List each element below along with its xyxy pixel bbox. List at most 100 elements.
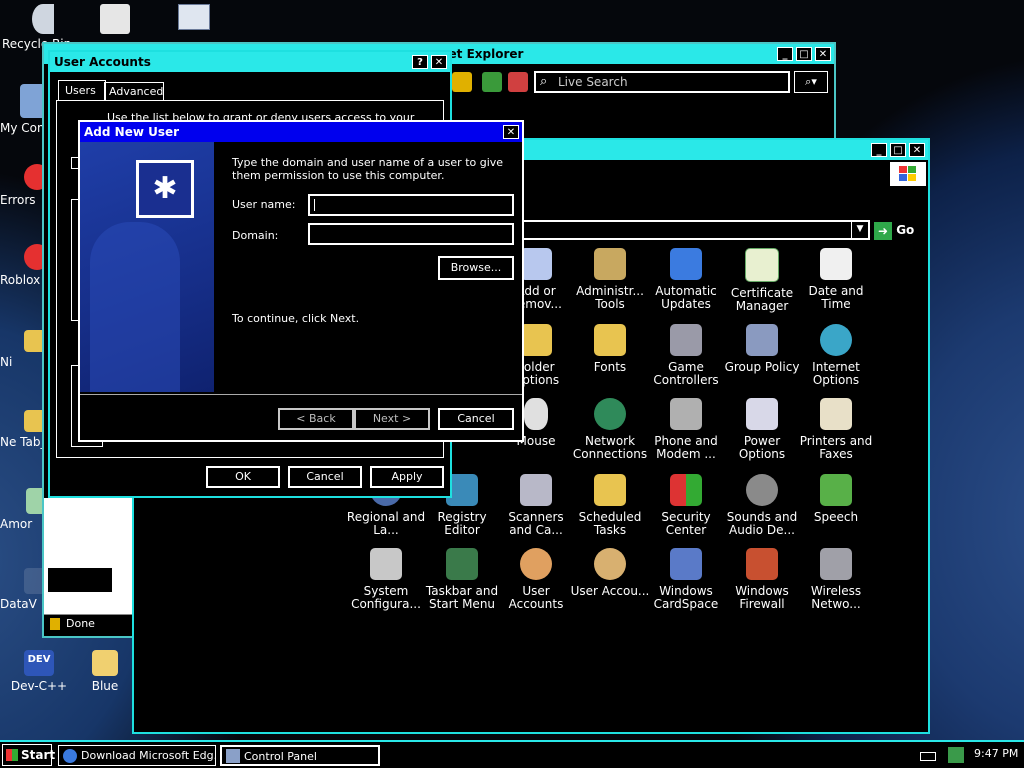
tab-advanced[interactable]: Advanced	[104, 82, 164, 100]
domain-input[interactable]	[308, 223, 514, 245]
close-icon[interactable]: ✕	[431, 55, 447, 69]
cp-item-system-config[interactable]: System Configura...	[346, 548, 426, 611]
user-accounts-titlebar[interactable]: User Accounts ? ✕	[50, 52, 450, 72]
ok-button[interactable]: OK	[206, 466, 280, 488]
desktop-icon-dev-cpp[interactable]: DEV Dev-C++	[2, 650, 76, 693]
maximize-icon[interactable]: □	[890, 143, 906, 157]
close-icon[interactable]: ✕	[909, 143, 925, 157]
wizard-instructions: Type the domain and user name of a user …	[232, 156, 504, 182]
cp-item-user-accounts[interactable]: User Accounts	[496, 548, 576, 611]
continue-text: To continue, click Next.	[232, 312, 360, 325]
cp-item-speech[interactable]: Speech	[796, 474, 876, 524]
printer-icon	[820, 398, 852, 430]
close-icon[interactable]: ✕	[503, 125, 519, 139]
search-input[interactable]: ⌕ Live Search	[534, 71, 790, 93]
next-button[interactable]: Next >	[354, 408, 430, 430]
shield-icon	[670, 474, 702, 506]
cancel-button[interactable]: Cancel	[288, 466, 362, 488]
network-tray-icon[interactable]	[948, 747, 964, 763]
power-icon	[746, 398, 778, 430]
add-new-user-titlebar[interactable]: Add New User ✕	[80, 122, 522, 142]
windows-update-icon	[670, 248, 702, 280]
add-new-user-dialog[interactable]: Add New User ✕ ✱ Type the domain and use…	[78, 120, 524, 442]
add-new-user-title: Add New User	[84, 125, 180, 139]
group-policy-icon	[746, 324, 778, 356]
content-block	[48, 568, 112, 592]
shield-icon	[50, 618, 60, 630]
lock-icon[interactable]	[452, 72, 472, 92]
minimize-icon[interactable]: _	[871, 143, 887, 157]
tab-users[interactable]: Users	[58, 80, 106, 101]
taskbar: Start Download Microsoft Edg... Control …	[0, 740, 1024, 768]
cp-item-scanners-cameras[interactable]: Scanners and Ca...	[496, 474, 576, 537]
cp-item-printers-faxes[interactable]: Printers and Faxes	[796, 398, 876, 461]
cp-item-group-policy[interactable]: Group Policy	[722, 324, 802, 374]
chevron-down-icon[interactable]: ▼	[851, 222, 868, 238]
cp-item-internet-options[interactable]: Internet Options	[796, 324, 876, 387]
fonts-folder-icon	[594, 324, 626, 356]
cp-item-sounds-audio[interactable]: Sounds and Audio De...	[722, 474, 802, 537]
cp-item-phone-modem[interactable]: Phone and Modem ...	[646, 398, 726, 461]
maximize-icon[interactable]: □	[796, 47, 812, 61]
mouse-icon	[524, 398, 548, 430]
cp-item-scheduled-tasks[interactable]: Scheduled Tasks	[570, 474, 650, 537]
cp-item-admin-tools[interactable]: Administr... Tools	[570, 248, 650, 311]
wizard-side-banner: ✱	[80, 142, 214, 392]
address-bar[interactable]: ▼	[522, 220, 870, 240]
minimize-icon[interactable]: _	[777, 47, 793, 61]
cp-item-cardspace[interactable]: Windows CardSpace	[646, 548, 726, 611]
go-arrow-icon: ➜	[874, 221, 892, 240]
system-config-icon	[370, 548, 402, 580]
admin-tools-icon	[594, 248, 626, 280]
wizard-silhouette-icon	[90, 222, 180, 392]
username-input[interactable]	[308, 194, 514, 216]
desktop-shortcut-icon[interactable]	[178, 4, 210, 30]
desktop-icon-blue[interactable]: Blue	[80, 650, 130, 693]
ie-title: net Explorer	[440, 47, 524, 61]
scheduled-folder-icon	[594, 474, 626, 506]
keyboard-icon[interactable]	[920, 752, 936, 761]
cp-item-certificate-manager[interactable]: Certificate Manager	[722, 248, 802, 313]
cp-item-automatic-updates[interactable]: Automatic Updates	[646, 248, 726, 311]
start-button[interactable]: Start	[2, 744, 55, 766]
back-button[interactable]: < Back	[278, 408, 354, 430]
go-button[interactable]: ➜ Go	[874, 220, 924, 240]
cardspace-icon	[670, 548, 702, 580]
wizard-divider	[80, 394, 522, 395]
desktop-shortcut-icon[interactable]	[100, 4, 130, 34]
clock-calendar-icon	[820, 248, 852, 280]
ie-icon	[63, 749, 77, 763]
domain-label: Domain:	[232, 229, 279, 242]
control-panel-icon	[226, 749, 240, 763]
search-go-icon[interactable]: ⌕▾	[794, 71, 828, 93]
refresh-icon[interactable]	[482, 72, 502, 92]
cp-item-user-accounts-2[interactable]: User Accou...	[570, 548, 650, 598]
stop-icon[interactable]	[508, 72, 528, 92]
user-key-icon	[594, 548, 626, 580]
browse-button[interactable]: Browse...	[438, 256, 514, 280]
wizard-cancel-button[interactable]: Cancel	[438, 408, 514, 430]
cp-item-game-controllers[interactable]: Game Controllers	[646, 324, 726, 387]
cp-item-security-center[interactable]: Security Center	[646, 474, 726, 537]
apply-button[interactable]: Apply	[370, 466, 444, 488]
taskbar-task-control-panel[interactable]: Control Panel	[220, 745, 380, 766]
taskbar-icon	[446, 548, 478, 580]
cp-item-power-options[interactable]: Power Options	[722, 398, 802, 461]
cp-item-taskbar-start[interactable]: Taskbar and Start Menu	[422, 548, 502, 611]
system-tray: 9:47 PM	[914, 742, 1024, 768]
help-icon[interactable]: ?	[412, 55, 428, 69]
globe-icon	[820, 324, 852, 356]
cp-item-network-connections[interactable]: Network Connections	[570, 398, 650, 461]
clock[interactable]: 9:47 PM	[974, 747, 1018, 760]
text-cursor	[314, 199, 315, 211]
phone-icon	[670, 398, 702, 430]
cp-item-windows-firewall[interactable]: Windows Firewall	[722, 548, 802, 611]
close-icon[interactable]: ✕	[815, 47, 831, 61]
taskbar-task-edge-download[interactable]: Download Microsoft Edg...	[58, 745, 216, 766]
ie-status-bar: Done	[44, 614, 132, 635]
gamepad-icon	[670, 324, 702, 356]
cp-item-date-time[interactable]: Date and Time	[796, 248, 876, 311]
cp-item-fonts[interactable]: Fonts	[570, 324, 650, 374]
windows-flag-icon	[6, 749, 18, 761]
cp-item-wireless-network[interactable]: Wireless Netwo...	[796, 548, 876, 611]
